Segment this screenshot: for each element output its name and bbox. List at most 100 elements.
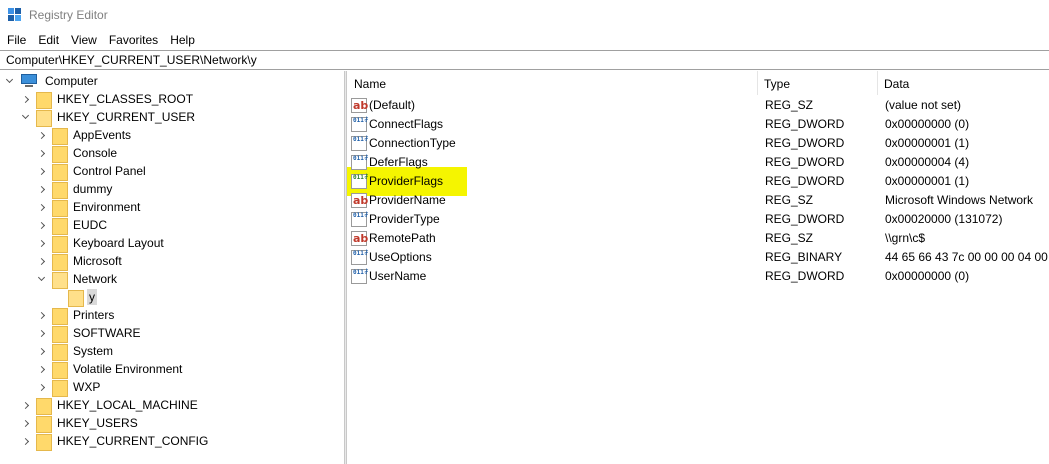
tree-node-label[interactable]: Computer	[43, 73, 100, 89]
chevron-right-icon[interactable]	[36, 360, 46, 378]
value-name: ProviderType	[369, 212, 440, 226]
chevron-right-icon[interactable]	[36, 144, 46, 162]
tree-node-label[interactable]: HKEY_CLASSES_ROOT	[55, 91, 195, 107]
menu-edit[interactable]: Edit	[32, 31, 65, 49]
tree-node[interactable]: Microsoft	[36, 252, 124, 271]
value-row[interactable]: ProviderType REG_DWORD 0x00020000 (131072)	[347, 210, 1049, 229]
tree-node-label[interactable]: Control Panel	[71, 163, 148, 179]
chevron-right-icon[interactable]	[20, 396, 30, 414]
value-name-cell[interactable]: RemotePath	[351, 229, 761, 248]
chevron-right-icon[interactable]	[36, 378, 46, 396]
menu-view[interactable]: View	[65, 31, 103, 49]
value-row[interactable]: UseOptions REG_BINARY 44 65 66 43 7c 00 00…	[347, 248, 1049, 267]
chevron-right-icon[interactable]	[36, 342, 46, 360]
tree-node-label[interactable]: y	[87, 289, 97, 305]
value-name-cell[interactable]: ProviderType	[351, 210, 761, 229]
value-row[interactable]: UserName REG_DWORD 0x00000000 (0)	[347, 267, 1049, 286]
chevron-right-icon[interactable]	[20, 414, 30, 432]
value-type: REG_DWORD	[765, 269, 845, 283]
tree-node[interactable]: y	[52, 288, 97, 307]
value-name-cell[interactable]: ConnectFlags	[351, 115, 761, 134]
value-row[interactable]: DeferFlags REG_DWORD 0x00000004 (4)	[347, 153, 1049, 172]
menu-help[interactable]: Help	[164, 31, 201, 49]
tree-node-label[interactable]: dummy	[71, 181, 114, 197]
value-row[interactable]: ProviderFlags REG_DWORD 0x00000001 (1)	[347, 172, 1049, 191]
tree-node-label[interactable]: HKEY_LOCAL_MACHINE	[55, 397, 200, 413]
tree-node[interactable]: HKEY_CURRENT_USER	[20, 108, 197, 127]
tree-node-label[interactable]: HKEY_CURRENT_USER	[55, 109, 197, 125]
chevron-right-icon[interactable]	[36, 252, 46, 270]
tree-node[interactable]: HKEY_LOCAL_MACHINE	[20, 396, 200, 415]
column-header-name[interactable]: Name	[347, 71, 757, 95]
chevron-right-icon[interactable]	[20, 90, 30, 108]
tree-node-label[interactable]: EUDC	[71, 217, 109, 233]
menu-favorites[interactable]: Favorites	[103, 31, 164, 49]
chevron-right-icon[interactable]	[36, 126, 46, 144]
value-name-cell[interactable]: ConnectionType	[351, 134, 761, 153]
tree-node-label[interactable]: WXP	[71, 379, 102, 395]
chevron-right-icon[interactable]	[36, 306, 46, 324]
tree-node-label[interactable]: Console	[71, 145, 119, 161]
chevron-right-icon[interactable]	[36, 198, 46, 216]
tree-node[interactable]: HKEY_USERS	[20, 414, 140, 433]
tree-node[interactable]: System	[36, 342, 115, 361]
value-name-cell[interactable]: UseOptions	[351, 248, 761, 267]
chevron-right-icon[interactable]	[36, 324, 46, 342]
tree-node-label[interactable]: HKEY_CURRENT_CONFIG	[55, 433, 210, 449]
tree-node[interactable]: Volatile Environment	[36, 360, 184, 379]
tree-node-label[interactable]: Printers	[71, 307, 116, 323]
menu-file[interactable]: File	[0, 31, 32, 49]
value-name-cell[interactable]: (Default)	[351, 96, 761, 115]
chevron-right-icon[interactable]	[36, 180, 46, 198]
tree-node-label[interactable]: Volatile Environment	[71, 361, 184, 377]
value-data: 0x00000001 (1)	[885, 136, 970, 150]
chevron-down-icon[interactable]	[36, 270, 46, 288]
address-bar[interactable]: Computer\HKEY_CURRENT_USER\Network\y	[0, 50, 1049, 70]
tree-node-label[interactable]: SOFTWARE	[71, 325, 143, 341]
tree-node[interactable]: AppEvents	[36, 126, 133, 145]
value-row[interactable]: ConnectionType REG_DWORD 0x00000001 (1)	[347, 134, 1049, 153]
column-header-type[interactable]: Type	[757, 71, 877, 95]
tree-node[interactable]: HKEY_CURRENT_CONFIG	[20, 432, 210, 451]
tree-node[interactable]: WXP	[36, 378, 102, 397]
value-row[interactable]: (Default) REG_SZ (value not set)	[347, 96, 1049, 115]
tree-node[interactable]: Printers	[36, 306, 116, 325]
tree-node[interactable]: Network	[36, 270, 119, 289]
chevron-right-icon[interactable]	[20, 432, 30, 450]
tree-node[interactable]: HKEY_CLASSES_ROOT	[20, 90, 195, 109]
tree-node-label[interactable]: Environment	[71, 199, 142, 215]
value-name-cell[interactable]: ProviderFlags	[351, 172, 761, 191]
address-path[interactable]: Computer\HKEY_CURRENT_USER\Network\y	[6, 53, 257, 68]
tree-node[interactable]: Control Panel	[36, 162, 148, 181]
value-name: ConnectFlags	[369, 117, 444, 131]
value-name-cell[interactable]: UserName	[351, 267, 761, 286]
chevron-right-icon[interactable]	[36, 216, 46, 234]
value-row[interactable]: ConnectFlags REG_DWORD 0x00000000 (0)	[347, 115, 1049, 134]
tree-node-label[interactable]: Microsoft	[71, 253, 124, 269]
folder-icon	[52, 379, 68, 397]
value-name-cell[interactable]: ProviderName	[351, 191, 761, 210]
value-name-cell[interactable]: DeferFlags	[351, 153, 761, 172]
tree-node[interactable]: Keyboard Layout	[36, 234, 166, 253]
chevron-right-icon[interactable]	[36, 234, 46, 252]
chevron-down-icon[interactable]	[4, 72, 14, 90]
chevron-down-icon[interactable]	[20, 108, 30, 126]
tree-node-label[interactable]: Network	[71, 271, 119, 287]
tree-node-label[interactable]: AppEvents	[71, 127, 133, 143]
tree-node[interactable]: dummy	[36, 180, 114, 199]
tree-node[interactable]: SOFTWARE	[36, 324, 143, 343]
value-data: (value not set)	[885, 98, 962, 112]
tree-node[interactable]: Environment	[36, 198, 142, 217]
tree-node[interactable]: Console	[36, 144, 119, 163]
tree-node-label[interactable]: Keyboard Layout	[71, 235, 166, 251]
value-row[interactable]: RemotePath REG_SZ \\grn\c$	[347, 229, 1049, 248]
values-list-pane[interactable]: Name Type Data (Default) REG_SZ (value not…	[347, 71, 1049, 464]
column-header-data[interactable]: Data	[877, 71, 1049, 95]
chevron-right-icon[interactable]	[36, 162, 46, 180]
tree-node[interactable]: EUDC	[36, 216, 109, 235]
tree-node-label[interactable]: System	[71, 343, 115, 359]
key-tree-pane[interactable]: Computer HKEY_CLASSES_ROOT HKEY_CURRENT_US…	[0, 71, 344, 464]
value-row[interactable]: ProviderName REG_SZ Microsoft Windows Netw…	[347, 191, 1049, 210]
tree-node-label[interactable]: HKEY_USERS	[55, 415, 140, 431]
tree-node[interactable]: Computer	[4, 72, 100, 90]
